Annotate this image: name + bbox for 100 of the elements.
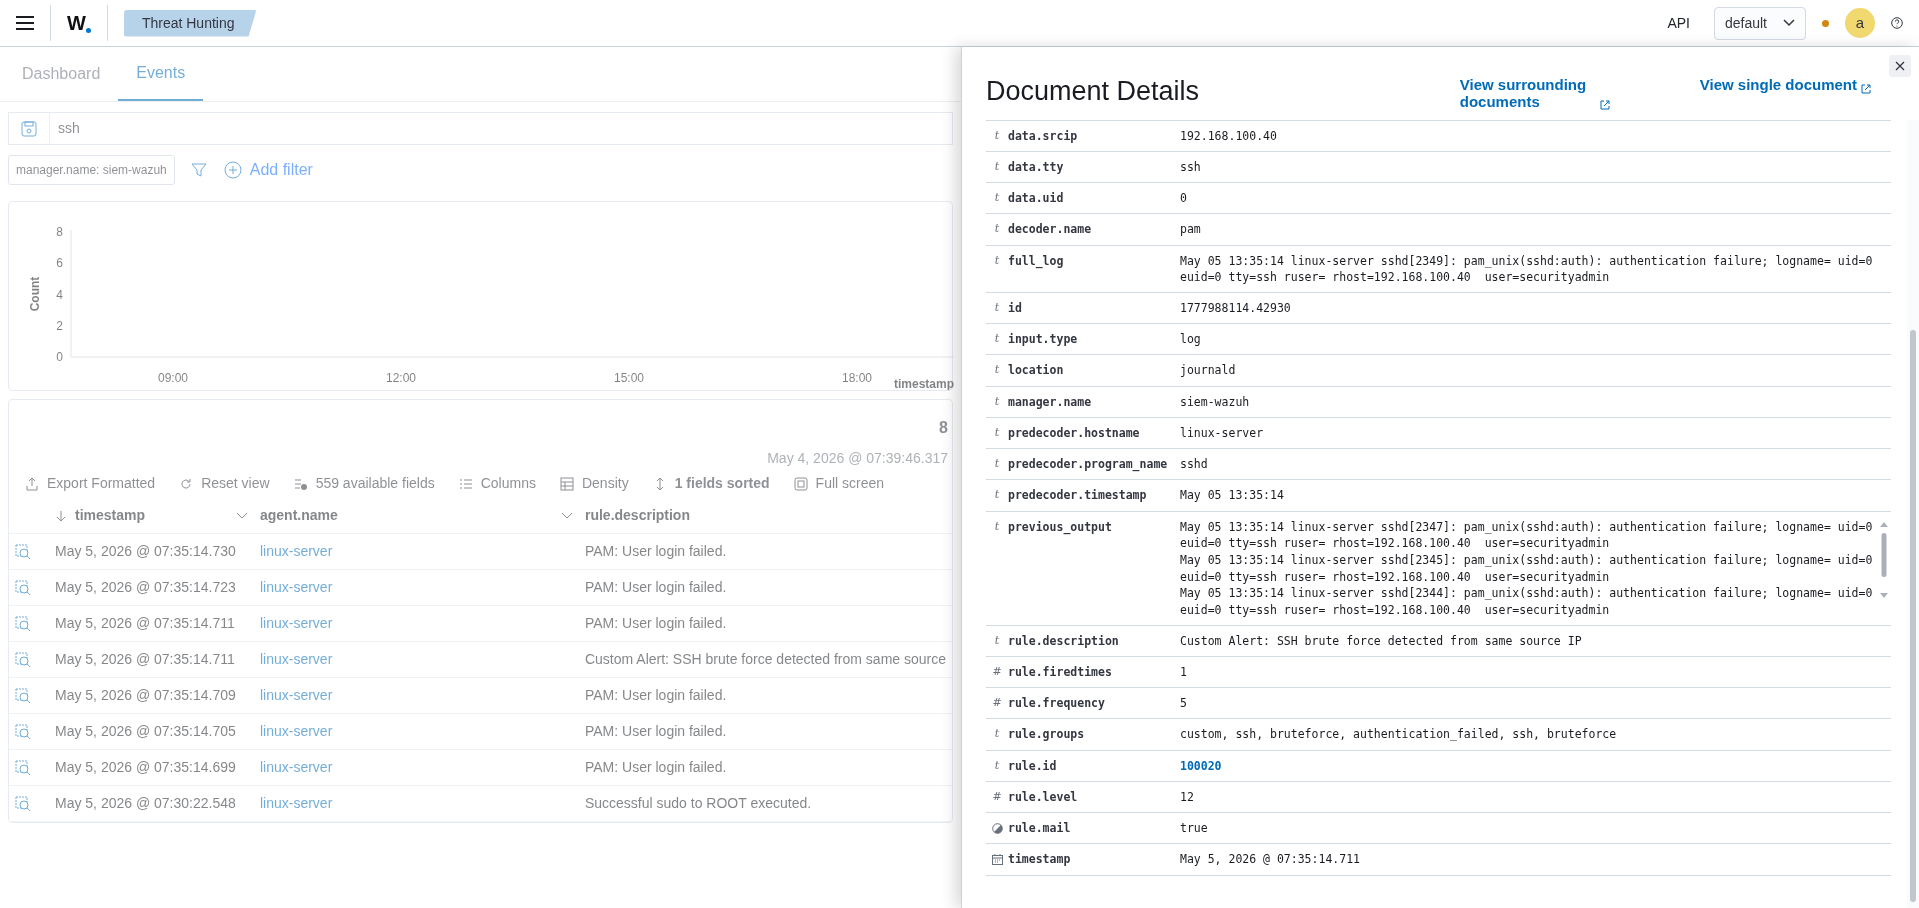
y-tick-label: 6 [56,256,63,271]
menu-icon[interactable] [16,16,34,30]
filter-icon[interactable] [190,162,207,178]
table-cell: PAM: User login failed. [578,533,952,570]
agent-link[interactable]: linux-server [259,795,333,811]
help-icon[interactable] [1891,17,1903,29]
table-cell: May 5, 2026 @ 07:35:14.723 [49,569,254,606]
logo-text[interactable]: W [67,8,86,38]
api-link[interactable]: API [1667,12,1690,34]
filter-pill[interactable]: manager.name: siem-wazuh [8,155,175,185]
inspect-icon[interactable] [15,544,31,561]
chevron-down-icon[interactable] [235,511,248,520]
tab[interactable]: Dashboard [4,47,119,101]
x-axis-title: timestamp [893,377,954,390]
field-type-icon: # [986,788,1008,807]
field-value: 12 [1180,788,1195,806]
toolbar-button[interactable]: Full screen [793,473,885,494]
table-cell: May 5, 2026 @ 07:35:14.705 [49,713,254,750]
field-type-icon: t [986,221,1008,239]
inspect-icon[interactable] [15,616,31,633]
logo-dot-icon [85,28,91,33]
field-value: journald [1180,362,1237,380]
toolbar-button[interactable]: 559 available fields [293,473,435,494]
field-name: data.tty [1008,158,1065,176]
half-circle-icon [991,822,1003,834]
breadcrumb[interactable]: Threat Hunting [123,9,257,37]
agent-link[interactable]: linux-server [259,615,333,631]
save-icon[interactable] [21,120,37,137]
column-header[interactable]: agent.name [259,505,573,526]
toolbar-button[interactable]: Density [559,473,629,494]
calendar-icon [991,853,1003,865]
field-type-icon: t [986,518,1008,619]
inspect-icon[interactable] [15,688,31,705]
agent-link[interactable]: linux-server [259,759,333,775]
field-value: pam [1180,221,1202,239]
field-name: predecoder.hostname [1008,424,1141,442]
x-tick-label: 12:00 [386,371,416,385]
document-link[interactable]: View single document [1699,77,1871,94]
table-cell: PAM: User login failed. [578,749,952,786]
inspect-icon[interactable] [15,760,31,777]
table-icon [559,476,574,491]
inspect-icon[interactable] [15,580,31,597]
field-name: rule.mail [1008,820,1072,838]
agent-link[interactable]: linux-server [259,651,333,667]
field-value: linux-server [1180,424,1265,442]
field-type-icon: t [986,252,1008,286]
field-value: May 05 13:35:14 linux-server sshd[2347]: pam_unix(sshd:auth): authentication failure; logname= uid=0 euid=0 tty=ssh ruser= rhost=192.168.100.40 user=securityadmin May 05 13:35:14 linux-server sshd[2345]: pam_unix(sshd:auth): authentication failure; logname= uid=0 euid=0 tty=ssh ruser= rhost=192.168.100.40 user=securityadmin May 05 13:35:14 linux-server sshd[2344]: pam_unix(sshd:auth): authentication failure; logname= uid=0 euid=0 tty=ssh ruser= rhost=192.168.100.40 user=securityadmin [1180,518,1874,619]
close-icon [1895,61,1905,71]
field-value: 0 [1180,190,1188,207]
fields-icon [293,476,308,491]
field-type-icon: t [986,487,1008,505]
field-type-icon: t [986,456,1008,474]
field-name: timestamp [1008,851,1072,869]
table-cell: PAM: User login failed. [578,605,952,642]
field-value: log [1180,331,1202,349]
field-type-icon: t [986,299,1008,318]
agent-link[interactable]: linux-server [259,543,333,559]
tab[interactable]: Events [118,47,204,101]
close-button[interactable] [1889,55,1911,77]
flyout-title: Document Details [986,75,1201,108]
toolbar-button[interactable]: Columns [458,473,536,494]
toolbar-button[interactable]: Export Formatted [25,473,156,494]
column-header[interactable]: rule.description [584,505,946,526]
inspect-icon[interactable] [15,796,31,813]
field-type-icon: # [986,695,1008,713]
chevron-down-icon[interactable] [560,511,573,520]
field-name: full_log [1008,252,1065,271]
table-cell: May 5, 2026 @ 07:30:22.548 [49,785,254,822]
toolbar-button[interactable]: Reset view [179,473,270,494]
query-bar[interactable]: ssh [8,112,953,145]
agent-link[interactable]: linux-server [259,687,333,703]
export-icon [25,476,39,491]
user-avatar[interactable]: a [1845,8,1875,38]
inspect-icon[interactable] [15,652,31,669]
plus-circle-icon [223,161,242,179]
document-link[interactable]: View surrounding documents [1459,77,1610,110]
refresh-icon [179,476,194,491]
field-value: ssh [1180,158,1202,176]
column-header[interactable]: timestamp [55,505,248,526]
field-value: 1777988114.42930 [1180,299,1292,317]
field-name: data.srcip [1008,127,1079,145]
table-cell: Custom Alert: SSH brute force detected from same source [578,641,952,678]
add-filter-button[interactable]: Add filter [222,157,314,183]
chevron-down-icon [1783,19,1795,27]
field-value: siem-wazuh [1180,393,1251,411]
field-value: May 05 13:35:14 [1180,487,1285,505]
inspect-icon[interactable] [15,724,31,741]
status-dot-icon [1822,19,1829,27]
toolbar-button[interactable]: 1 fields sorted [652,473,770,494]
agent-link[interactable]: linux-server [259,579,333,595]
y-tick-label: 2 [56,318,63,333]
scrollbar[interactable] [1907,119,1919,908]
field-name: rule.groups [1008,726,1086,744]
x-tick-label: 18:00 [842,371,872,385]
field-type-icon: t [986,393,1008,411]
tenant-select[interactable]: default [1713,6,1806,40]
agent-link[interactable]: linux-server [259,723,333,739]
field-value: sshd [1180,456,1209,474]
list-icon [458,476,473,491]
field-value[interactable]: 100020 [1180,757,1891,775]
